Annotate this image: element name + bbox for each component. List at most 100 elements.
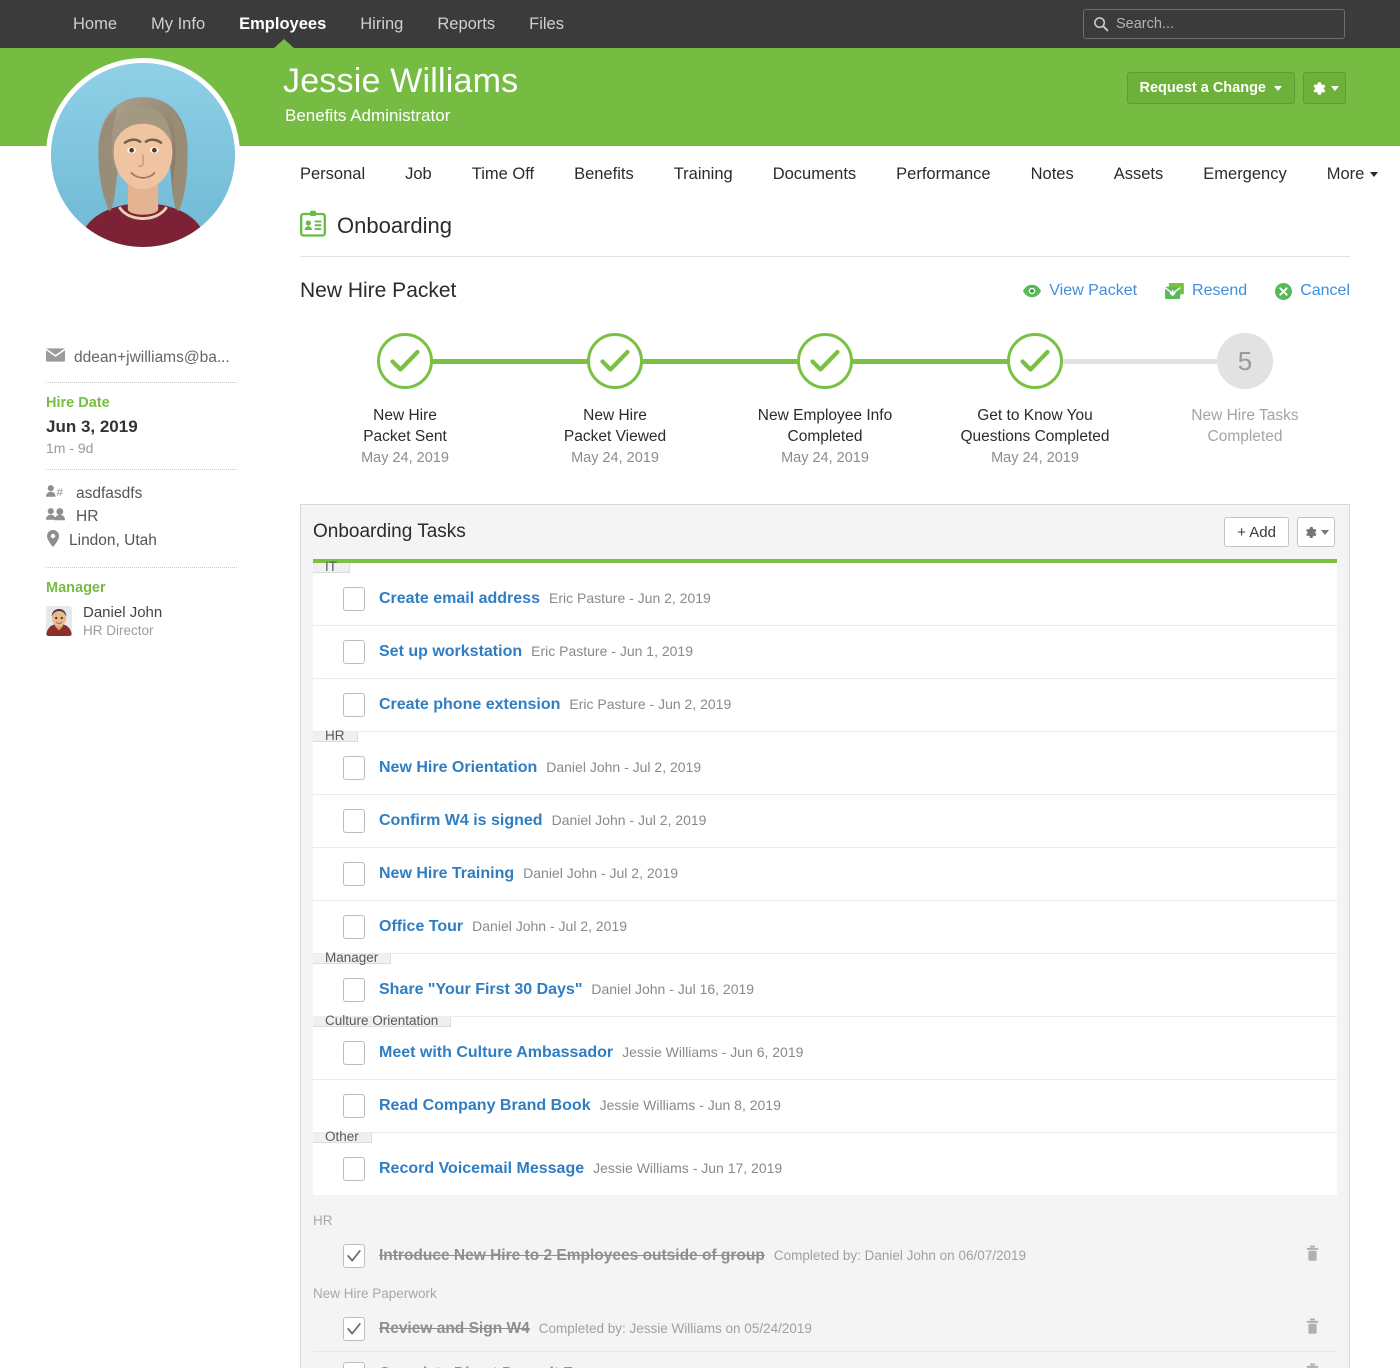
task-checkbox[interactable] [343,862,365,886]
view-packet-link[interactable]: View Packet [1023,282,1137,300]
task-meta: Daniel John - Jul 16, 2019 [591,981,754,997]
map-pin-icon [46,530,60,552]
tasks-settings-button[interactable] [1297,517,1335,547]
request-a-change-button[interactable]: Request a Change [1127,72,1296,104]
gear-icon [1310,80,1327,97]
topnav-item-files[interactable]: Files [512,0,581,48]
circle-x-icon [1275,283,1292,300]
chevron-down-icon [1370,172,1378,177]
task-name-link[interactable]: New Hire Training [379,865,514,883]
completed-task-checkbox[interactable] [343,1244,365,1268]
task-row: Confirm W4 is signedDaniel John - Jul 2,… [313,795,1337,848]
onboarding-tasks-header: Onboarding Tasks + Add [301,505,1349,559]
eye-icon [1023,284,1041,298]
task-checkbox[interactable] [343,915,365,939]
task-checkbox[interactable] [343,640,365,664]
task-checkbox[interactable] [343,978,365,1002]
task-name-link[interactable]: Record Voicemail Message [379,1160,584,1178]
tab-benefits[interactable]: Benefits [554,165,654,184]
task-group-header: Manager [313,954,1337,964]
onboarding-tasks-panel: Onboarding Tasks + Add IT Create email ad… [300,504,1350,1368]
step-label-line2: Packet Sent [363,426,447,447]
action-label: View Packet [1049,282,1137,300]
tab-emergency[interactable]: Emergency [1183,165,1306,184]
tab-job[interactable]: Job [385,165,452,184]
task-name-link[interactable]: Office Tour [379,918,463,936]
sidebar-location: Lindon, Utah [69,532,157,550]
task-row: Office TourDaniel John - Jul 2, 2019 [313,901,1337,954]
task-checkbox[interactable] [343,756,365,780]
tab-more[interactable]: More [1307,165,1399,184]
task-name-link[interactable]: Confirm W4 is signed [379,812,543,830]
delete-task-button[interactable] [1306,1246,1319,1267]
task-group-label: IT [313,563,350,573]
topnav-item-my-info[interactable]: My Info [134,0,222,48]
task-name-link[interactable]: Set up workstation [379,643,522,661]
onboarding-title: Onboarding [337,213,452,239]
step-date: May 24, 2019 [991,450,1079,466]
hire-date-tenure: 1m - 9d [46,440,237,456]
search-input[interactable] [1116,16,1335,32]
completed-task-name: Review and Sign W4 [379,1320,530,1338]
trash-icon [1306,1364,1319,1368]
completed-task-row: Review and Sign W4Completed by: Jessie W… [313,1307,1337,1352]
manager-row[interactable]: Daniel John HR Director [46,604,237,638]
manager-avatar [46,606,72,636]
delete-task-button[interactable] [1306,1364,1319,1368]
tab-notes[interactable]: Notes [1011,165,1094,184]
tab-documents[interactable]: Documents [753,165,876,184]
task-checkbox[interactable] [343,693,365,717]
task-text-wrap: Share "Your First 30 Days" Daniel John - … [379,981,754,999]
task-checkbox[interactable] [343,587,365,611]
task-text-wrap: Record Voicemail MessageJessie Williams … [379,1160,782,1178]
step-label-line1: New Hire [564,405,666,426]
cancel-link[interactable]: Cancel [1275,282,1350,300]
task-group-header: HR [313,732,1337,742]
task-name-link[interactable]: New Hire Orientation [379,759,537,777]
stepper-step: New Employee InfoCompletedMay 24, 2019 [720,333,930,466]
task-text-wrap: Create email addressEric Pasture - Jun 2… [379,590,711,608]
add-task-button[interactable]: + Add [1224,517,1289,547]
step-number: 5 [1238,346,1252,377]
tab-label: More [1327,165,1365,184]
tab-label: Documents [773,165,856,183]
task-checkbox[interactable] [343,1094,365,1118]
tab-training[interactable]: Training [654,165,753,184]
header-settings-button[interactable] [1303,72,1346,104]
gear-icon [1303,525,1318,540]
task-name-link[interactable]: Meet with Culture Ambassador [379,1044,613,1062]
completed-tasks-list: HRIntroduce New Hire to 2 Employees outs… [301,1205,1349,1368]
task-checkbox[interactable] [343,1157,365,1181]
tab-performance[interactable]: Performance [876,165,1010,184]
task-name-link[interactable]: Read Company Brand Book [379,1097,591,1115]
tab-time-off[interactable]: Time Off [452,165,554,184]
completed-task-checkbox[interactable] [343,1317,365,1341]
task-checkbox[interactable] [343,1041,365,1065]
tab-personal[interactable]: Personal [300,165,385,184]
sidebar-divider-1 [46,382,237,383]
global-search[interactable] [1083,9,1345,39]
sidebar-divider-2 [46,469,237,470]
task-name-link[interactable]: Create email address [379,590,540,608]
topnav-item-reports[interactable]: Reports [420,0,512,48]
task-group-label: Manager [313,954,391,964]
task-name-link[interactable]: Share "Your First 30 Days" [379,981,582,999]
task-name-link[interactable]: Create phone extension [379,696,560,714]
stepper-step: New HirePacket ViewedMay 24, 2019 [510,333,720,466]
check-icon [810,349,840,373]
topnav-item-hiring[interactable]: Hiring [343,0,420,48]
step-date: May 24, 2019 [781,450,869,466]
resend-link[interactable]: Resend [1165,282,1247,300]
completed-text-wrap: Introduce New Hire to 2 Employees outsid… [379,1247,1026,1265]
completed-task-checkbox[interactable] [343,1362,365,1368]
completed-task-row: Complete Direct Deposit FormCompleted by… [313,1352,1337,1368]
task-checkbox[interactable] [343,809,365,833]
sidebar-email: ddean+jwilliams@ba... [74,349,230,367]
step-date: May 24, 2019 [571,450,659,466]
stepper-steps: New HirePacket SentMay 24, 2019New HireP… [300,333,1350,466]
topnav-item-home[interactable]: Home [56,0,134,48]
trash-icon [1306,1246,1319,1262]
sidebar-email-row[interactable]: ddean+jwilliams@ba... [46,346,237,369]
delete-task-button[interactable] [1306,1319,1319,1340]
tab-assets[interactable]: Assets [1094,165,1184,184]
